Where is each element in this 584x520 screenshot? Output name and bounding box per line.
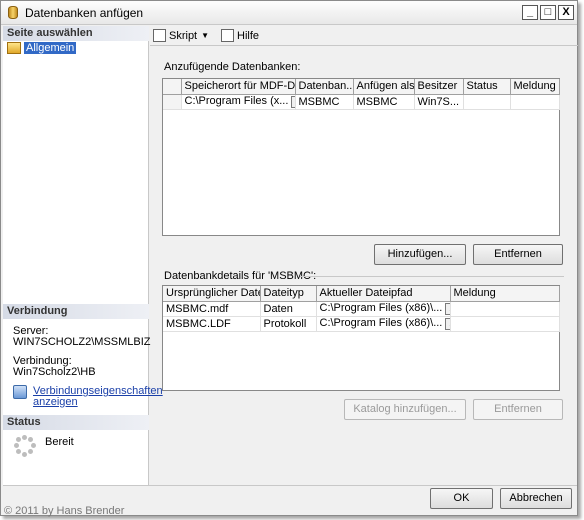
column-header-database[interactable]: Datenban... — [295, 79, 354, 95]
mdf-location-value: C:\Program Files (x... — [184, 95, 289, 108]
connection-header: Verbindung — [3, 304, 149, 319]
page-icon — [7, 42, 21, 54]
browse-button[interactable]: ... — [291, 95, 294, 108]
file-name-cell: MSBMC.mdf — [163, 301, 261, 317]
column-header-file-type[interactable]: Dateityp — [260, 286, 317, 302]
maximize-button[interactable]: □ — [540, 5, 556, 20]
current-path-value: C:\Program Files (x86)\... — [319, 302, 443, 315]
file-name-cell: MSBMC.LDF — [163, 316, 261, 332]
cancel-button[interactable]: Abbrechen — [500, 488, 572, 509]
table-row[interactable]: C:\Program Files (x... ... MSBMC MSBMC W… — [163, 94, 560, 110]
table-row[interactable]: MSBMC.mdf Daten C:\Program Files (x86)\.… — [163, 301, 560, 317]
current-path-value: C:\Program Files (x86)\... — [319, 317, 443, 330]
column-header-mdf-location[interactable]: Speicherort für MDF-Datei — [181, 79, 296, 95]
database-cell: MSBMC — [295, 94, 354, 110]
close-button[interactable]: X — [558, 5, 574, 20]
left-pane: Seite auswählen Allgemein Verbindung Ser… — [3, 26, 163, 485]
column-header-original-file[interactable]: Ursprünglicher Datei... — [163, 286, 261, 302]
column-header-current-path[interactable]: Aktueller Dateipfad — [316, 286, 451, 302]
row-selector[interactable] — [163, 94, 182, 110]
browse-button[interactable]: ... — [445, 317, 449, 330]
column-header-select[interactable] — [163, 79, 182, 95]
table-row[interactable]: MSBMC.LDF Protokoll C:\Program Files (x8… — [163, 316, 560, 332]
column-header-attach-as[interactable]: Anfügen als — [353, 79, 415, 95]
help-button[interactable]: Hilfe — [237, 30, 259, 42]
nav-item-label: Allgemein — [24, 42, 77, 54]
copyright-watermark: © 2011 by Hans Brender — [4, 505, 125, 517]
add-catalog-button[interactable]: Katalog hinzufügen... — [344, 399, 466, 420]
database-details-label: Datenbankdetails für 'MSBMC': — [164, 270, 317, 282]
connection-value: Win7Scholz2\HB — [13, 366, 96, 378]
status-cell — [463, 94, 511, 110]
title-bar: Datenbanken anfügen _ □ X — [1, 1, 577, 25]
column-header-message[interactable]: Meldung — [450, 286, 560, 302]
connection-properties-link[interactable]: Verbindungseigenschaften anzeigen — [33, 386, 163, 408]
right-pane: Skript ▼ Hilfe Anzufügende Datenbanken: … — [150, 26, 578, 485]
file-type-cell: Protokoll — [260, 316, 317, 332]
mdf-location-cell[interactable]: C:\Program Files (x... ... — [181, 94, 296, 110]
properties-icon — [13, 385, 27, 399]
current-path-cell[interactable]: C:\Program Files (x86)\... ... — [316, 316, 451, 332]
database-icon — [8, 6, 18, 19]
select-page-header: Seite auswählen — [3, 26, 149, 41]
window-title: Datenbanken anfügen — [25, 6, 144, 20]
message-cell — [510, 94, 560, 110]
help-icon[interactable] — [221, 29, 235, 42]
browse-button[interactable]: ... — [445, 302, 449, 315]
server-value: WIN7SCHOLZ2\MSSMLBIZ — [13, 336, 151, 348]
add-button[interactable]: Hinzufügen... — [374, 244, 466, 265]
footer-divider — [3, 485, 577, 486]
group-divider — [300, 276, 564, 277]
ok-button[interactable]: OK — [430, 488, 493, 509]
script-button[interactable]: Skript — [169, 30, 197, 42]
status-header: Status — [3, 415, 149, 430]
column-header-status[interactable]: Status — [463, 79, 511, 95]
remove-detail-button[interactable]: Entfernen — [473, 399, 563, 420]
owner-cell[interactable]: Win7S... — [414, 94, 464, 110]
attach-databases-dialog: Datenbanken anfügen _ □ X Seite auswähle… — [0, 0, 578, 516]
chevron-down-icon[interactable]: ▼ — [201, 31, 209, 40]
progress-spinner-icon — [14, 435, 36, 457]
attach-databases-grid: Speicherort für MDF-Datei Datenban... An… — [162, 78, 560, 236]
attach-as-cell[interactable]: MSBMC — [353, 94, 415, 110]
message-cell — [450, 316, 560, 332]
remove-button[interactable]: Entfernen — [473, 244, 563, 265]
file-type-cell: Daten — [260, 301, 317, 317]
script-icon[interactable] — [153, 29, 166, 42]
minimize-button[interactable]: _ — [522, 5, 538, 20]
column-header-owner[interactable]: Besitzer — [414, 79, 464, 95]
message-cell — [450, 301, 560, 317]
toolbar: Skript ▼ Hilfe — [150, 26, 578, 46]
database-details-grid: Ursprünglicher Datei... Dateityp Aktuell… — [162, 285, 560, 391]
column-header-message[interactable]: Meldung — [510, 79, 560, 95]
status-value: Bereit — [45, 436, 74, 448]
attach-databases-label: Anzufügende Datenbanken: — [164, 61, 301, 73]
current-path-cell[interactable]: C:\Program Files (x86)\... ... — [316, 301, 451, 317]
nav-item-general[interactable]: Allgemein — [7, 41, 77, 55]
